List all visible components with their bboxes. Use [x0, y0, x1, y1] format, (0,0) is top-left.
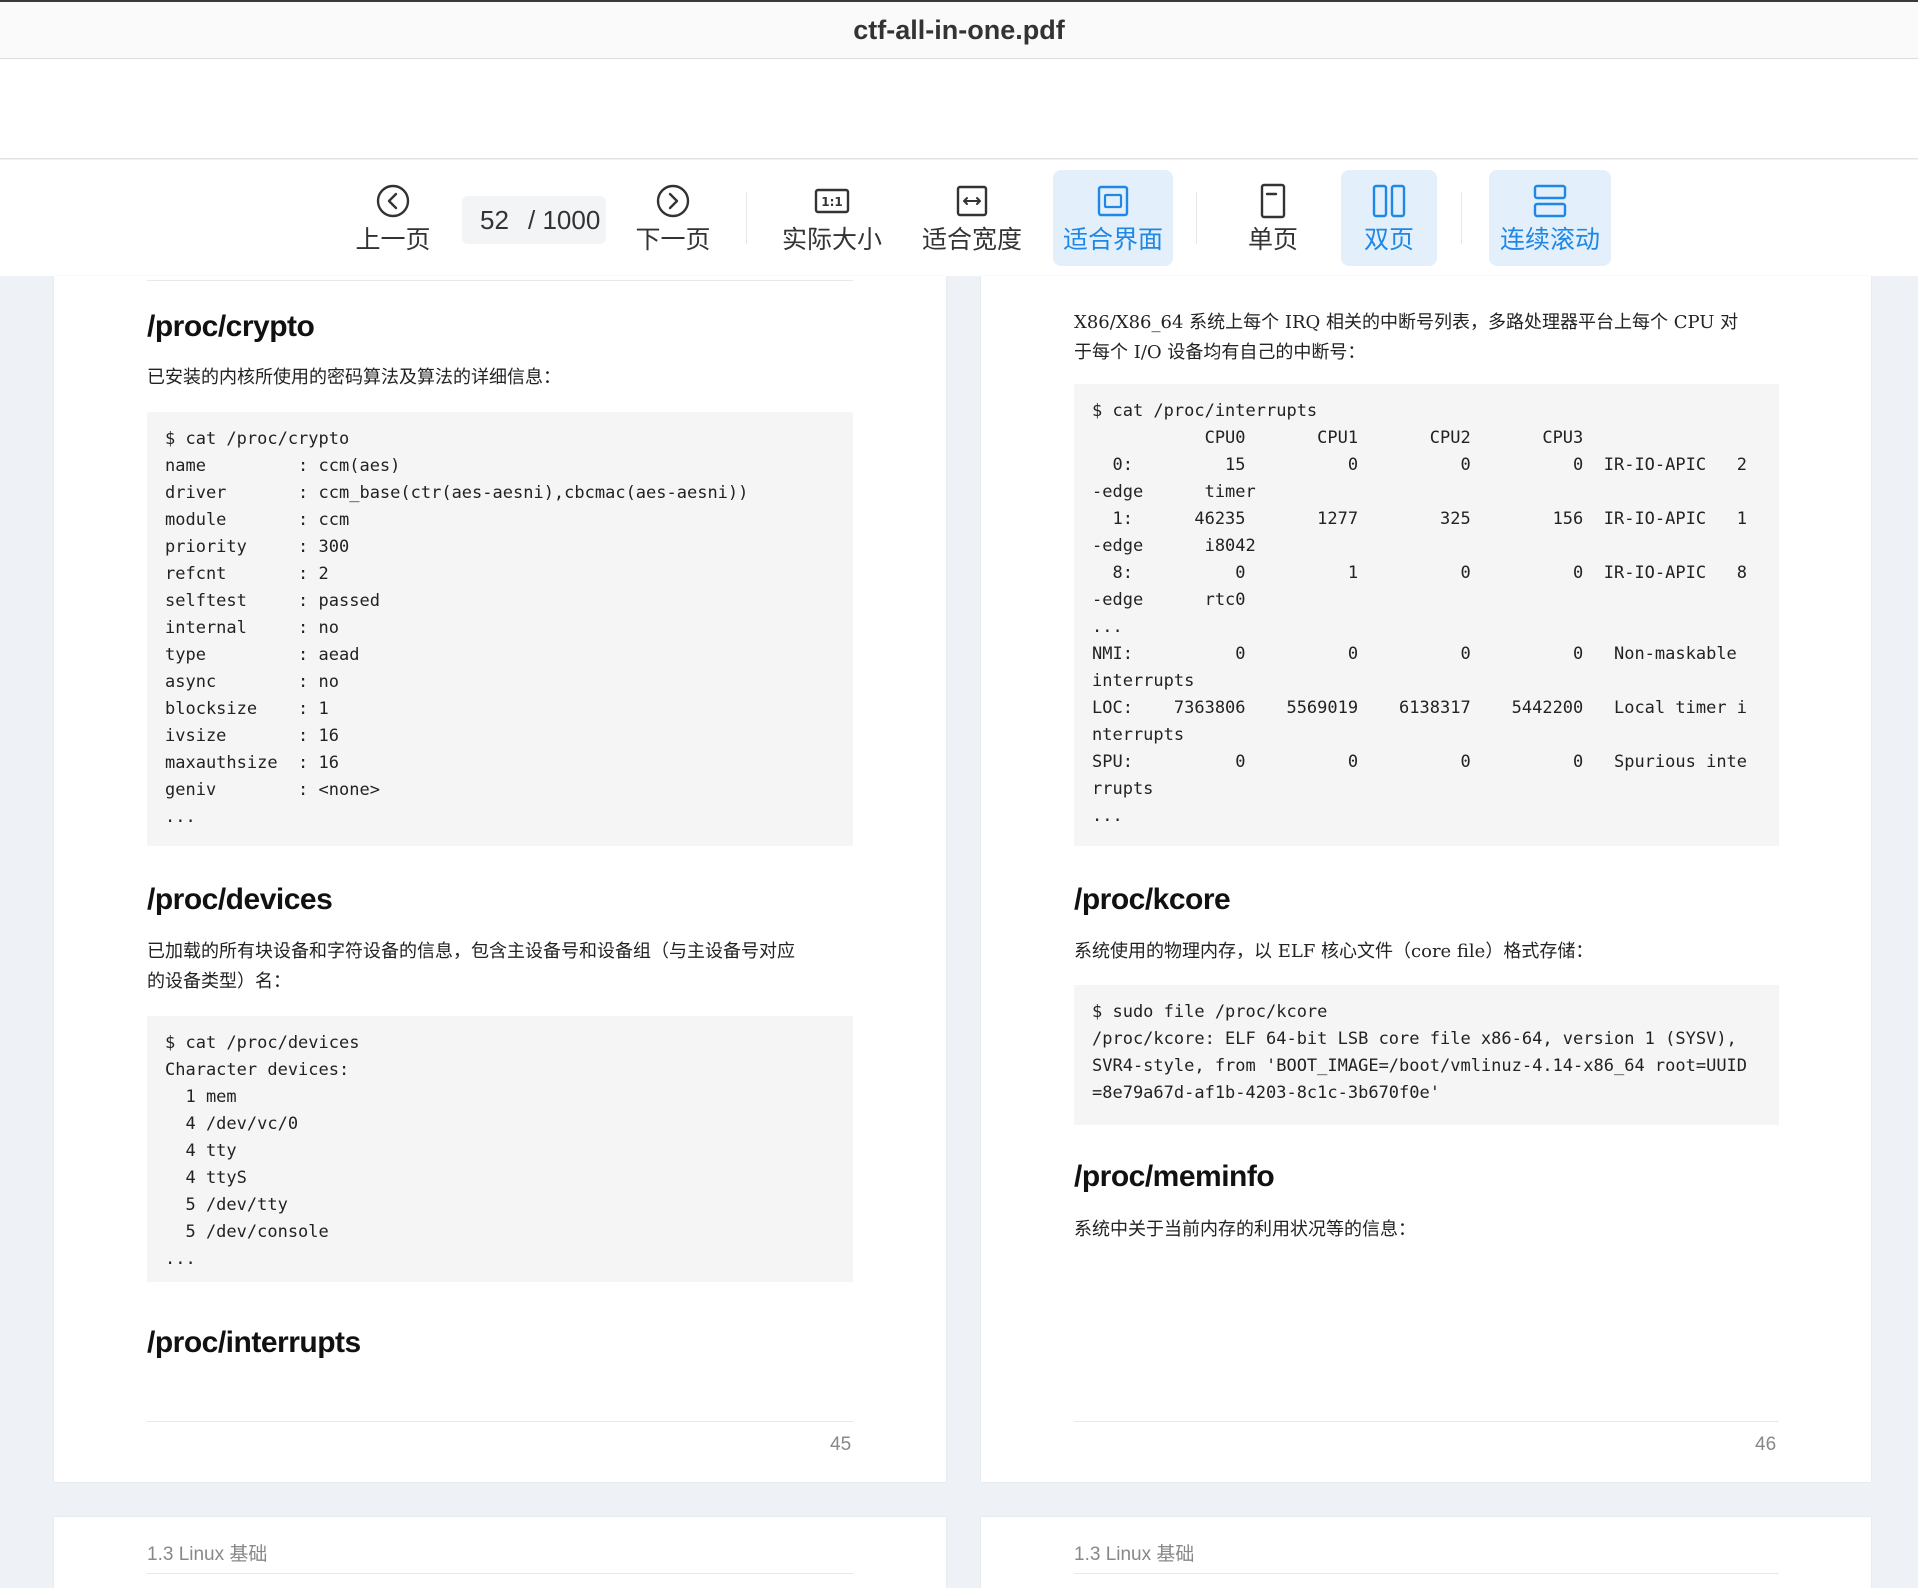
double-page-icon: [1372, 184, 1406, 218]
single-page-icon: [1260, 183, 1286, 219]
prev-page-button[interactable]: 上一页: [350, 170, 436, 266]
actual-size-label: 实际大小: [781, 225, 882, 254]
page-footer-rule: [147, 1421, 853, 1422]
fit-width-icon: [956, 185, 988, 217]
page-footer-rule: [1074, 1421, 1779, 1422]
chevron-left-circle-icon: [376, 184, 410, 218]
continuous-scroll-label: 连续滚动: [1499, 225, 1600, 254]
section-desc-kcore: 系统使用的物理内存，以 ELF 核心文件（core file）格式存储：: [1074, 941, 1594, 962]
interrupts-intro-line2: 于每个 I/O 设备均有自己的中断号：: [1074, 342, 1366, 363]
page-number: 46: [1755, 1434, 1777, 1455]
pdf-page-right: X86/X86_64 系统上每个 IRQ 相关的中断号列表，多路处理器平台上每个…: [981, 276, 1871, 1482]
double-page-label: 双页: [1363, 225, 1414, 254]
section-desc-crypto: 已安装的内核所使用的密码算法及算法的详细信息：: [147, 367, 561, 388]
pdf-page-next-left: 1.3 Linux 基础: [54, 1517, 946, 1588]
double-page-button[interactable]: 双页: [1341, 170, 1437, 266]
top-blank-area: [0, 59, 1918, 159]
actual-size-icon: 1:1: [814, 188, 850, 214]
pdf-page-left: /proc/crypto 已安装的内核所使用的密码算法及算法的详细信息： $ c…: [54, 276, 946, 1482]
code-block-crypto: $ cat /proc/crypto name : ccm(aes) drive…: [147, 412, 853, 846]
fit-width-button[interactable]: 适合宽度: [915, 170, 1029, 266]
pdf-page-next-right: 1.3 Linux 基础: [981, 1517, 1871, 1588]
section-desc-devices-line2: 的设备类型）名：: [147, 971, 291, 992]
section-title-kcore: /proc/kcore: [1074, 883, 1231, 916]
toolbar-separator: [746, 192, 747, 244]
fit-width-label: 适合宽度: [921, 225, 1022, 254]
title-bar: ctf-all-in-one.pdf: [0, 0, 1918, 59]
page-header-rule: [147, 1573, 853, 1574]
fit-page-label: 适合界面: [1062, 225, 1163, 254]
section-title-devices: /proc/devices: [147, 883, 333, 916]
continuous-scroll-button[interactable]: 连续滚动: [1489, 170, 1611, 266]
fit-page-icon: [1097, 185, 1129, 217]
section-title-meminfo: /proc/meminfo: [1074, 1160, 1275, 1193]
section-title-crypto: /proc/crypto: [147, 310, 315, 343]
single-page-button[interactable]: 单页: [1230, 170, 1316, 266]
single-page-label: 单页: [1247, 225, 1298, 254]
code-block-interrupts: $ cat /proc/interrupts CPU0 CPU1 CPU2 CP…: [1074, 384, 1779, 846]
code-block-devices: $ cat /proc/devices Character devices: 1…: [147, 1016, 853, 1282]
next-page-label: 下一页: [635, 225, 711, 254]
section-desc-meminfo: 系统中关于当前内存的利用状况等的信息：: [1074, 1219, 1416, 1240]
viewer-toolbar: 上一页 52 / 1000 下一页 1:1 实际大小 适合宽度 适合界面 单页 …: [0, 160, 1918, 276]
interrupts-intro-line1: X86/X86_64 系统上每个 IRQ 相关的中断号列表，多路处理器平台上每个…: [1074, 312, 1739, 333]
window-title: ctf-all-in-one.pdf: [853, 14, 1065, 45]
continuous-scroll-icon: [1533, 184, 1567, 218]
fit-page-button[interactable]: 适合界面: [1053, 170, 1173, 266]
actual-size-button[interactable]: 1:1 实际大小: [775, 170, 889, 266]
code-block-kcore: $ sudo file /proc/kcore /proc/kcore: ELF…: [1074, 985, 1779, 1125]
chevron-right-circle-icon: [656, 184, 690, 218]
toolbar-separator: [1461, 192, 1462, 244]
page-number: 45: [830, 1434, 852, 1455]
page-top-rule: [147, 280, 853, 281]
next-page-button[interactable]: 下一页: [630, 170, 716, 266]
running-header: 1.3 Linux 基础: [147, 1544, 268, 1565]
page-header-rule: [1074, 1573, 1779, 1574]
svg-text:1:1: 1:1: [821, 195, 843, 209]
total-pages: / 1000: [528, 204, 601, 235]
running-header: 1.3 Linux 基础: [1074, 1544, 1195, 1565]
section-title-interrupts: /proc/interrupts: [147, 1326, 361, 1359]
page-number-box[interactable]: 52 / 1000: [462, 196, 606, 244]
section-desc-devices-line1: 已加载的所有块设备和字符设备的信息，包含主设备号和设备组（与主设备号对应: [147, 941, 795, 962]
current-page-input[interactable]: 52: [480, 205, 528, 236]
toolbar-separator: [1196, 192, 1197, 244]
prev-page-label: 上一页: [355, 225, 431, 254]
